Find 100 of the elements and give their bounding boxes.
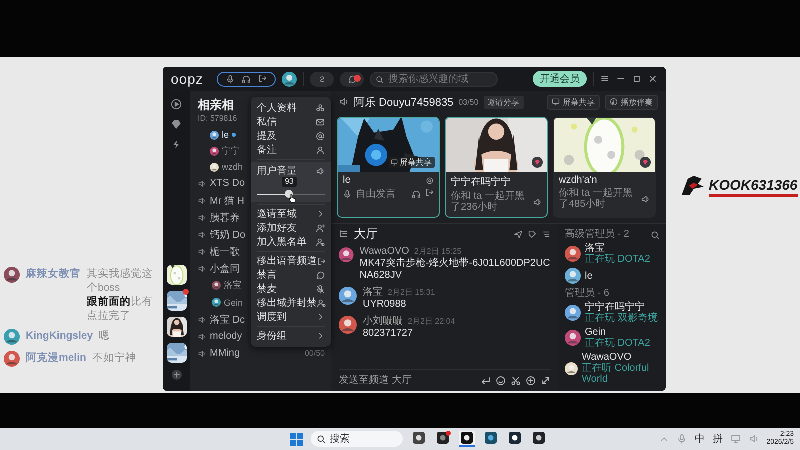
- message-author: 小刘嗫嗫: [363, 316, 403, 328]
- people-icon: [316, 104, 325, 112]
- settings-icon[interactable]: [426, 176, 434, 184]
- messages-button[interactable]: [340, 72, 364, 86]
- voice-card[interactable]: 宁宁在吗宁宁 你和 ta 一起开黑了236小时: [445, 117, 548, 218]
- channel-member[interactable]: 洛宝: [212, 277, 242, 294]
- menu-item[interactable]: 移出域并封禁: [251, 296, 331, 310]
- add-icon[interactable]: [526, 376, 536, 386]
- member-count: 03/50: [458, 98, 479, 106]
- expand-icon[interactable]: [541, 376, 551, 386]
- message-text: UYR0988: [363, 299, 408, 311]
- message-author: 洛宝: [363, 287, 383, 299]
- channel-item[interactable]: 钙奶 Do: [198, 226, 246, 243]
- message-input[interactable]: 发送至频道 大厅: [339, 375, 476, 386]
- invite-button[interactable]: 邀请分享: [484, 96, 524, 108]
- close-icon[interactable]: [648, 74, 658, 84]
- menu-item[interactable]: 禁麦: [251, 282, 331, 296]
- toolbar-button[interactable]: [310, 72, 334, 86]
- member-item[interactable]: WawaOVO 正在听 Colorful World: [565, 351, 660, 386]
- play-icon[interactable]: [171, 99, 182, 110]
- headphones-icon[interactable]: [242, 74, 252, 84]
- ime-indicator[interactable]: 中: [694, 432, 705, 446]
- monitor-icon: [552, 98, 560, 106]
- taskbar-app[interactable]: [507, 431, 523, 447]
- avatar: [565, 268, 581, 284]
- cursor-icon: [288, 194, 296, 203]
- channel-member[interactable]: Gein: [212, 294, 244, 311]
- vip-button[interactable]: 开通会员: [533, 71, 587, 87]
- channel-item[interactable]: melody: [198, 328, 242, 345]
- mic-icon[interactable]: [226, 74, 236, 84]
- menu-item[interactable]: 私信: [251, 115, 331, 129]
- channel-item[interactable]: 栀一歌: [198, 243, 240, 260]
- speaker-icon: [198, 214, 206, 222]
- menu-item[interactable]: 身份组: [251, 329, 331, 343]
- member-item[interactable]: le: [565, 267, 660, 285]
- list-icon[interactable]: [542, 230, 551, 238]
- menu-icon[interactable]: [600, 74, 610, 84]
- server-name: 相亲相: [198, 97, 234, 113]
- menu-item[interactable]: 移出语音频道: [251, 254, 331, 268]
- voice-member[interactable]: wzdh: [210, 159, 244, 175]
- taskbar-app[interactable]: [531, 431, 547, 447]
- menu-item[interactable]: 个人资料: [251, 101, 331, 115]
- member-group-title: 高级管理员 - 2: [565, 229, 630, 241]
- headphones-icon[interactable]: [412, 190, 421, 198]
- speaker-icon: [198, 248, 206, 256]
- taskbar-app[interactable]: [459, 431, 475, 447]
- gem-icon[interactable]: [171, 119, 182, 130]
- bolt-icon[interactable]: [171, 139, 182, 150]
- taskbar-app[interactable]: [435, 431, 451, 447]
- avatar: [565, 330, 581, 346]
- voice-card[interactable]: 屏幕共享 le 自由发言: [337, 117, 440, 218]
- maximize-icon[interactable]: [632, 74, 642, 84]
- emoji-icon[interactable]: [496, 376, 506, 386]
- start-button[interactable]: [290, 432, 303, 446]
- voice-member[interactable]: 宁宁: [210, 143, 240, 159]
- message-time: 2月2日 15:31: [388, 287, 436, 299]
- avatar: [339, 316, 357, 334]
- screen-share-button[interactable]: 屏幕共享: [547, 94, 600, 110]
- search-icon[interactable]: [651, 230, 660, 240]
- avatar: [339, 287, 357, 305]
- channel-item[interactable]: 小盒同: [198, 260, 240, 277]
- exit-icon[interactable]: [258, 74, 268, 83]
- chat-username: 阿克漫melin: [26, 351, 86, 365]
- menu-item[interactable]: 提及: [251, 129, 331, 143]
- send-icon[interactable]: [514, 230, 523, 238]
- channel-item[interactable]: 胰暮养: [198, 209, 240, 226]
- ime-mode[interactable]: 拼: [712, 432, 723, 446]
- menu-item[interactable]: 禁言: [251, 268, 331, 282]
- app-logo: oopz: [171, 71, 204, 87]
- add-icon[interactable]: [170, 369, 182, 381]
- person-add-icon: [316, 224, 325, 232]
- taskbar-app[interactable]: [483, 431, 499, 447]
- mic-icon[interactable]: [343, 190, 352, 198]
- menu-item[interactable]: 邀请至域: [251, 207, 331, 221]
- menu-item[interactable]: 加入黑名单: [251, 235, 331, 249]
- exit-icon[interactable]: [425, 188, 434, 197]
- taskbar-app[interactable]: [411, 431, 427, 447]
- search-field[interactable]: 搜索: [311, 431, 403, 447]
- member-item[interactable]: 洛宝 正在玩 DOTA2: [565, 242, 660, 266]
- chat-title: 大厅: [354, 226, 378, 242]
- enter-icon[interactable]: [481, 376, 491, 386]
- speaker-icon[interactable]: [641, 194, 650, 204]
- exit-icon: [317, 256, 326, 266]
- menu-item[interactable]: 备注: [251, 143, 331, 157]
- member-item[interactable]: Gein 正在玩 DOTA2: [565, 326, 660, 350]
- voice-card[interactable]: wzdh'a'n 你和 ta 一起开黑了485小时: [553, 117, 656, 218]
- scissors-icon[interactable]: [511, 376, 521, 386]
- channel-item[interactable]: 洛宝 Dc: [198, 311, 245, 328]
- menu-item[interactable]: 调度到: [251, 310, 331, 324]
- speaker-icon[interactable]: [533, 198, 542, 206]
- menu-item[interactable]: 添加好友: [251, 221, 331, 235]
- channel-item[interactable]: Mr 猫 H: [198, 192, 244, 209]
- voice-member[interactable]: le: [210, 127, 236, 143]
- member-item[interactable]: 宁宁在吗宁宁 正在玩 双影奇境: [565, 301, 660, 325]
- accompaniment-button[interactable]: 播放伴奏: [605, 94, 658, 110]
- speaker-icon: [198, 230, 206, 238]
- channel-item[interactable]: XTS Do: [198, 175, 246, 192]
- search-field[interactable]: 搜索你感兴趣的域: [370, 72, 498, 86]
- channel-item[interactable]: MMing 00/50: [198, 345, 325, 362]
- tag-icon[interactable]: [528, 230, 537, 238]
